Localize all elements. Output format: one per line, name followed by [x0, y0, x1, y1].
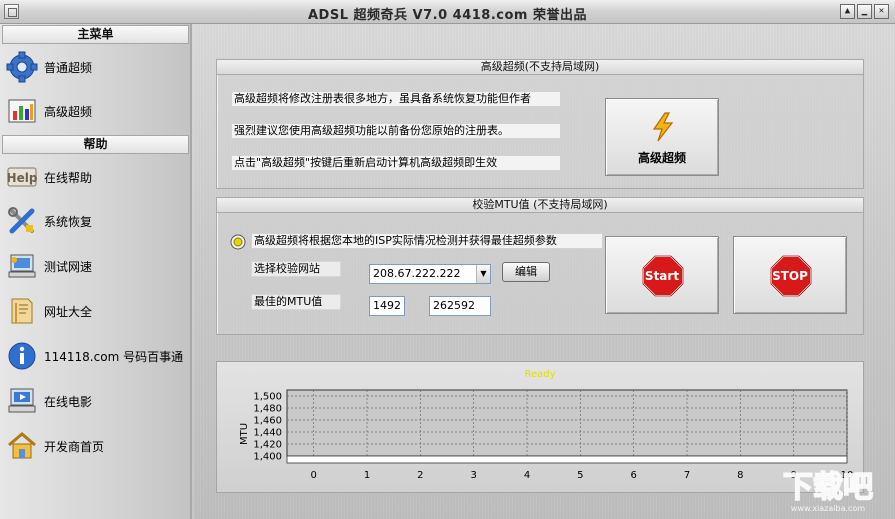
chart-x-tick-label: 5: [577, 470, 583, 481]
chart-x-tick-label: 7: [684, 470, 690, 481]
edit-button[interactable]: 编辑: [502, 262, 550, 282]
chart-y-ticks: 1,4001,4201,4401,4601,4801,500: [253, 392, 282, 463]
mtu-panel-title: 校验MTU值 (不支持局域网): [217, 198, 863, 213]
sidebar-item-developer-home[interactable]: 开发商首页: [6, 427, 188, 465]
chart-baseline-band: [286, 455, 848, 464]
minimize-button[interactable]: ▁: [857, 4, 872, 19]
main-content: 高级超频(不支持局域网) 高级超频将修改注册表很多地方，虽具备系统恢复功能但作者…: [194, 24, 895, 519]
sidebar: 主菜单 普通超频 高级超频 帮助 Help 在线帮助 系统恢复 测试网速 网址大…: [0, 24, 192, 519]
chart-y-tick-label: 1,440: [253, 428, 282, 439]
chart-icon: [6, 95, 38, 127]
help-button[interactable]: ▲: [840, 4, 855, 19]
chart-y-tick-label: 1,460: [253, 416, 282, 427]
chart-y-tick-label: 1,400: [253, 452, 282, 463]
chart-y-tick-label: 1,500: [253, 392, 282, 403]
sidebar-item-normal-overclock[interactable]: 普通超频: [6, 48, 188, 86]
close-button[interactable]: ✕: [874, 4, 889, 19]
lightning-icon: [649, 112, 677, 145]
site-select-value: 208.67.222.222: [373, 267, 461, 280]
sidebar-item-speed-test[interactable]: 测试网速: [6, 247, 188, 285]
title-bar: ADSL 超频奇兵 V7.0 4418.com 荣誉出品 ▲ ▁ ✕: [0, 0, 895, 24]
help-header: 帮助: [2, 135, 189, 154]
advanced-overclock-button[interactable]: 高级超频: [605, 98, 719, 176]
info-icon: [6, 340, 38, 372]
sidebar-item-advanced-overclock[interactable]: 高级超频: [6, 92, 188, 130]
site-select[interactable]: 208.67.222.222 ▼: [369, 264, 491, 284]
chart-x-tick-label: 4: [524, 470, 530, 481]
chart-x-tick-label: 3: [470, 470, 476, 481]
advanced-info-line-1: 高级超频将修改注册表很多地方，虽具备系统恢复功能但作者: [231, 91, 561, 107]
advanced-panel-title: 高级超频(不支持局域网): [217, 60, 863, 75]
second-value-input[interactable]: 262592: [429, 296, 491, 316]
best-mtu-label: 最佳的MTU值: [251, 294, 341, 310]
mtu-radio[interactable]: [230, 234, 246, 250]
mtu-panel: 校验MTU值 (不支持局域网) 高级超频将根据您本地的ISP实际情况检测并获得最…: [216, 197, 864, 335]
chart-y-tick-label: 1,480: [253, 404, 282, 415]
tools-icon: [6, 205, 38, 237]
book-icon: [6, 295, 38, 327]
chart-y-tick-label: 1,420: [253, 440, 282, 451]
svg-text:Help: Help: [7, 171, 38, 185]
sidebar-item-label: 在线帮助: [44, 170, 93, 185]
sidebar-item-online-movies[interactable]: 在线电影: [6, 382, 188, 420]
start-label: Start: [644, 269, 680, 283]
chevron-down-icon[interactable]: ▼: [476, 265, 490, 283]
sidebar-item-114118[interactable]: 114118.com 号码百事通: [6, 337, 188, 375]
advanced-info-line-3: 点击"高级超频"按键后重新启动计算机高级超频即生效: [231, 155, 561, 171]
main-menu-header: 主菜单: [2, 25, 189, 44]
start-button[interactable]: Start: [605, 236, 719, 314]
chart-x-tick-label: 8: [737, 470, 743, 481]
home-icon: [6, 430, 38, 462]
sidebar-item-label: 在线电影: [44, 394, 93, 409]
sidebar-item-online-help[interactable]: Help 在线帮助: [6, 158, 188, 196]
stop-button[interactable]: STOP: [733, 236, 847, 314]
advanced-overclock-panel: 高级超频(不支持局域网) 高级超频将修改注册表很多地方，虽具备系统恢复功能但作者…: [216, 59, 864, 189]
chart-x-tick-label: 6: [630, 470, 636, 481]
mtu-value-input[interactable]: 1492: [369, 296, 405, 316]
watermark-text: 下载吧: [783, 470, 873, 505]
sidebar-item-system-restore[interactable]: 系统恢复: [6, 202, 188, 240]
network-computer-icon: [6, 250, 38, 282]
sidebar-item-label: 114118.com 号码百事通: [44, 349, 184, 364]
sidebar-item-label: 系统恢复: [44, 214, 93, 229]
sidebar-item-label: 测试网速: [44, 259, 93, 274]
help-icon: Help: [6, 161, 38, 193]
sidebar-item-url-directory[interactable]: 网址大全: [6, 292, 188, 330]
site-label: 选择校验网站: [251, 261, 341, 277]
gear-icon: [6, 51, 38, 83]
stop-label: STOP: [772, 269, 808, 283]
advanced-info-line-2: 强烈建议您使用高级超频功能以前备份您原始的注册表。: [231, 123, 561, 139]
chart-y-axis-label: MTU: [239, 423, 250, 445]
chart-x-tick-label: 0: [310, 470, 316, 481]
advanced-button-label: 高级超频: [637, 151, 686, 165]
sidebar-item-label: 网址大全: [44, 304, 93, 319]
mtu-radio-label: 高级超频将根据您本地的ISP实际情况检测并获得最佳超频参数: [251, 233, 603, 249]
sidebar-item-label: 高级超频: [44, 104, 93, 119]
movie-computer-icon: [6, 385, 38, 417]
watermark-logo: 下载吧 www.xiazaiba.com: [764, 461, 892, 517]
window-title: ADSL 超频奇兵 V7.0 4418.com 荣誉出品: [308, 8, 587, 23]
sidebar-item-label: 开发商首页: [44, 439, 105, 454]
chart-plot-area: [286, 389, 848, 457]
sidebar-item-label: 普通超频: [44, 60, 93, 75]
watermark-url: www.xiazaiba.com: [791, 504, 865, 513]
chart-x-tick-label: 1: [364, 470, 370, 481]
chart-x-tick-label: 2: [417, 470, 423, 481]
chart-title: Ready: [524, 369, 555, 380]
